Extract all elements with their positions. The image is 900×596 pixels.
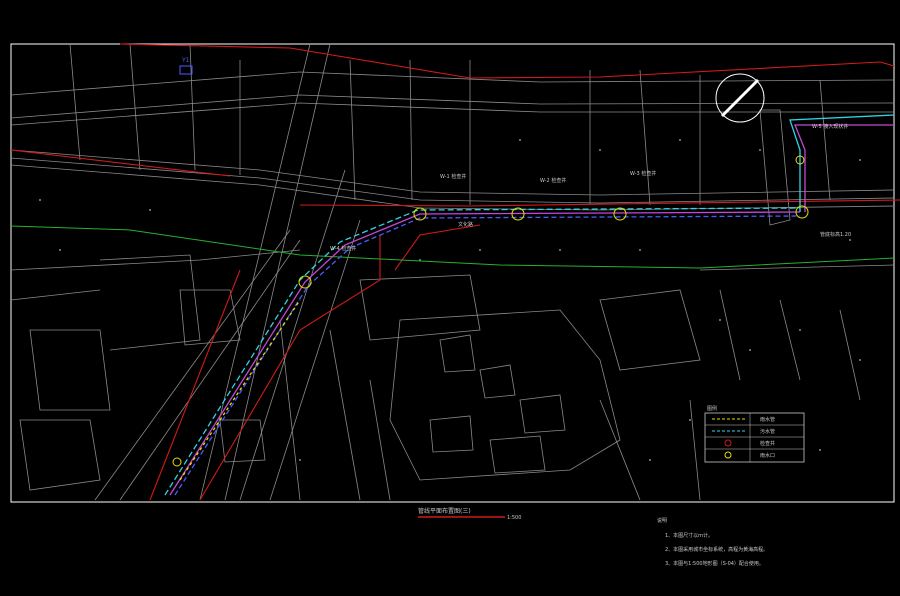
legend-desc-1: 雨水管 [760,416,775,423]
notes-block: 说明 1、本图尺寸以m计。 2、本图采用城市坐标系统，高程为黄海高程。 3、本图… [657,517,768,567]
legend-desc-2: 污水管 [760,428,775,435]
right-lower-label: 管底标高1.20 [820,231,851,238]
well-label-2: W-2 检查井 [540,177,566,184]
legend-heading: 图例 [707,405,717,412]
note-2: 2、本图采用城市坐标系统，高程为黄海高程。 [665,546,768,553]
marker-icon [179,65,193,75]
right-box-label: W-5 接入现状井 [812,123,848,130]
manhole-icon [172,457,182,467]
drawing-scale: 1:500 [507,515,521,521]
note-1: 1、本图尺寸以m计。 [665,532,713,539]
green-road-line [10,225,895,269]
note-3: 3、本图与1:500地形图（S-04）配合使用。 [665,560,764,567]
notes-heading: 说明 [657,517,667,524]
road-label: 文化路 [458,221,473,228]
well-label-3: W-3 检查井 [630,170,656,177]
top-left-label: Y1 [181,57,190,64]
well-label-1: W-1 检查井 [440,173,466,180]
well-label-4: W-4 检查井 [330,245,356,252]
legend-desc-3: 检查井 [760,440,775,447]
cad-drawing: Y1 W-1 检查井 W-2 检查井 W-3 检查井 W-4 检查井 文化路 W… [10,43,900,567]
legend-box: 图例 雨水管 污水管 检查井 雨水口 [704,405,805,463]
legend-desc-4: 雨水口 [760,452,775,459]
drawing-title: 管线平面布置图(三) [418,507,471,515]
